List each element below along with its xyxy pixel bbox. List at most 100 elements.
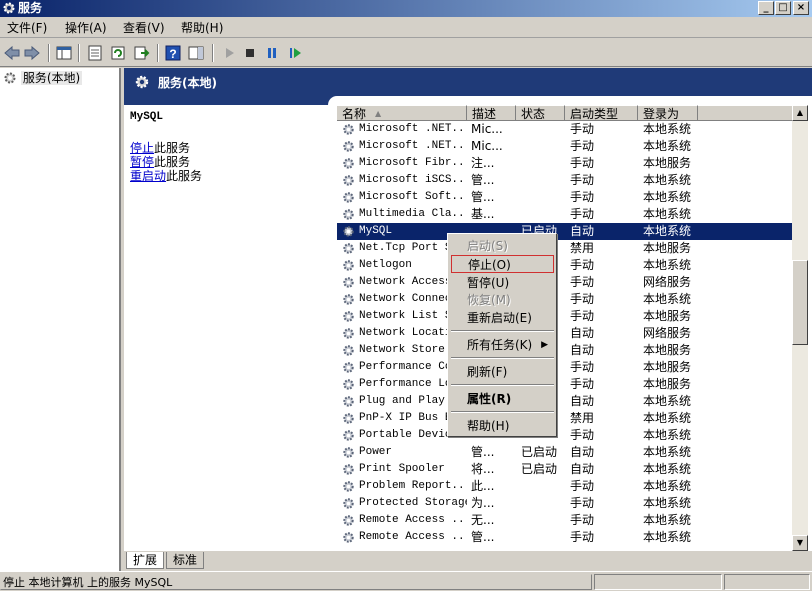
list-header: 名称 ▲ 描述 状态 启动类型 登录为 — [337, 105, 792, 121]
close-button[interactable]: × — [793, 1, 809, 15]
back-icon[interactable] — [3, 44, 21, 62]
menu-item-start[interactable]: 启动(S) — [451, 237, 554, 255]
refresh-icon[interactable] — [109, 44, 127, 62]
maximize-button[interactable]: □ — [775, 1, 791, 15]
table-row[interactable]: Power 管... 已启动 自动 本地系统 — [337, 444, 792, 461]
table-row[interactable]: Net.Tcp Port S... 禁用 本地服务 — [337, 240, 792, 257]
service-description: 无... — [471, 513, 495, 527]
tab-extended[interactable]: 扩展 — [126, 552, 165, 569]
menu-item-pause[interactable]: 暂停(U) — [451, 274, 554, 292]
pane-title: 服务(本地) — [158, 76, 217, 90]
service-gear-icon — [343, 430, 354, 441]
table-row[interactable]: Microsoft Soft... 管... 手动 本地系统 — [337, 189, 792, 206]
table-row[interactable]: Netlogon 手动 本地系统 — [337, 257, 792, 274]
menu-item-properties[interactable]: 属性(R) — [451, 390, 554, 408]
scroll-up-icon[interactable]: ▲ — [792, 105, 808, 121]
table-row[interactable]: Network Access... 手动 网络服务 — [337, 274, 792, 291]
show-tree-icon[interactable] — [55, 44, 73, 62]
tab-standard[interactable]: 标准 — [166, 552, 205, 569]
service-gear-icon — [343, 294, 354, 305]
pause-service-link[interactable]: 暂停 — [130, 155, 154, 169]
table-row[interactable]: Portable Devic... 手动 本地系统 — [337, 427, 792, 444]
column-header-description[interactable]: 描述 — [467, 105, 516, 121]
pause-service-icon[interactable] — [263, 44, 281, 62]
service-name: Multimedia Cla... — [359, 208, 467, 220]
service-logon-as: 本地服务 — [643, 156, 692, 170]
column-header-logon-as[interactable]: 登录为 — [638, 105, 698, 121]
menu-item-restart[interactable]: 重新启动(E) — [451, 309, 554, 327]
service-gear-icon — [343, 481, 354, 492]
service-description: 此... — [471, 479, 495, 493]
properties-icon[interactable] — [86, 44, 104, 62]
service-logon-as: 本地系统 — [643, 173, 692, 187]
table-row[interactable]: Remote Access ... 无... 手动 本地系统 — [337, 512, 792, 529]
column-header-name[interactable]: 名称 ▲ — [337, 105, 467, 121]
service-logon-as: 网络服务 — [643, 326, 692, 340]
table-row[interactable]: PnP-X IP Bus E... 禁用 本地系统 — [337, 410, 792, 427]
menu-item-all-tasks-label: 所有任务(K) — [467, 338, 533, 352]
table-row[interactable]: Print Spooler 将... 已启动 自动 本地系统 — [337, 461, 792, 478]
show-action-pane-icon[interactable] — [187, 44, 205, 62]
menu-item-refresh[interactable]: 刷新(F) — [451, 363, 554, 381]
table-row[interactable]: Network Store ... 自动 本地服务 — [337, 342, 792, 359]
service-startup-type: 手动 — [570, 190, 595, 204]
table-row[interactable]: Plug and Play 自动 本地系统 — [337, 393, 792, 410]
scroll-thumb[interactable] — [792, 260, 808, 345]
service-logon-as: 本地系统 — [643, 496, 692, 510]
stop-service-icon[interactable] — [241, 44, 259, 62]
service-startup-type: 手动 — [570, 309, 595, 323]
service-description: 管... — [471, 190, 495, 204]
service-startup-type: 自动 — [570, 462, 595, 476]
table-row[interactable]: Network List S... 手动 本地服务 — [337, 308, 792, 325]
service-logon-as: 本地服务 — [643, 309, 692, 323]
service-logon-as: 本地服务 — [643, 360, 692, 374]
status-text: 停止 本地计算机 上的服务 MySQL — [0, 574, 592, 590]
help-icon[interactable]: ? — [164, 44, 182, 62]
column-header-startup-type[interactable]: 启动类型 — [565, 105, 638, 121]
column-header-label: 启动类型 — [570, 107, 619, 121]
menu-file[interactable]: 文件(F) — [7, 20, 47, 36]
table-row[interactable]: Protected Storage 为... 手动 本地系统 — [337, 495, 792, 512]
menu-help[interactable]: 帮助(H) — [181, 20, 223, 36]
menu-item-resume[interactable]: 恢复(M) — [451, 291, 554, 309]
table-row-selected[interactable]: MySQL 已启动 自动 本地系统 — [337, 223, 792, 240]
menu-item-stop[interactable]: 停止(O) — [451, 255, 554, 273]
service-startup-type: 自动 — [570, 326, 595, 340]
start-service-icon[interactable] — [220, 44, 238, 62]
export-icon[interactable] — [132, 44, 150, 62]
table-row[interactable]: Microsoft Fibr... 注... 手动 本地服务 — [337, 155, 792, 172]
table-row[interactable]: Remote Access ... 管... 手动 本地系统 — [337, 529, 792, 546]
table-row[interactable]: Multimedia Cla... 基... 手动 本地系统 — [337, 206, 792, 223]
restart-service-link[interactable]: 重启动 — [130, 169, 166, 183]
sort-ascending-icon: ▲ — [375, 109, 382, 118]
minimize-button[interactable]: _ — [758, 1, 774, 15]
table-row[interactable]: Microsoft iSCS... 管... 手动 本地系统 — [337, 172, 792, 189]
tree-node-services-local[interactable]: 服务(本地) — [3, 70, 83, 86]
table-row[interactable]: Microsoft .NET... Mic... 手动 本地系统 — [337, 121, 792, 138]
service-logon-as: 本地系统 — [643, 292, 692, 306]
service-name: Print Spooler — [359, 463, 445, 475]
column-header-label: 描述 — [472, 107, 497, 121]
table-row[interactable]: Performance Co... 手动 本地服务 — [337, 359, 792, 376]
header-curve — [328, 96, 812, 105]
service-name: Microsoft .NET... — [359, 123, 467, 135]
menu-item-all-tasks[interactable]: 所有任务(K) ▶ — [451, 336, 554, 354]
table-row[interactable]: Performance Lo... 手动 本地服务 — [337, 376, 792, 393]
vertical-scrollbar[interactable]: ▲ ▼ — [792, 105, 808, 551]
service-startup-type: 自动 — [570, 224, 595, 238]
resume-service-icon[interactable] — [286, 44, 304, 62]
service-logon-as: 本地系统 — [643, 190, 692, 204]
scroll-down-icon[interactable]: ▼ — [792, 535, 808, 551]
menu-action[interactable]: 操作(A) — [65, 20, 107, 36]
stop-service-link[interactable]: 停止 — [130, 141, 154, 155]
table-row[interactable]: Problem Report... 此... 手动 本地系统 — [337, 478, 792, 495]
forward-icon[interactable] — [23, 44, 41, 62]
service-status: 已启动 — [521, 445, 558, 459]
menu-item-help[interactable]: 帮助(H) — [451, 417, 554, 435]
column-header-status[interactable]: 状态 — [516, 105, 565, 121]
table-row[interactable]: Network Locati... 自动 网络服务 — [337, 325, 792, 342]
table-row[interactable]: Microsoft .NET... Mic... 手动 本地系统 — [337, 138, 792, 155]
table-row[interactable]: Network Connec... 手动 本地系统 — [337, 291, 792, 308]
menu-view[interactable]: 查看(V) — [123, 20, 165, 36]
service-startup-type: 禁用 — [570, 241, 595, 255]
